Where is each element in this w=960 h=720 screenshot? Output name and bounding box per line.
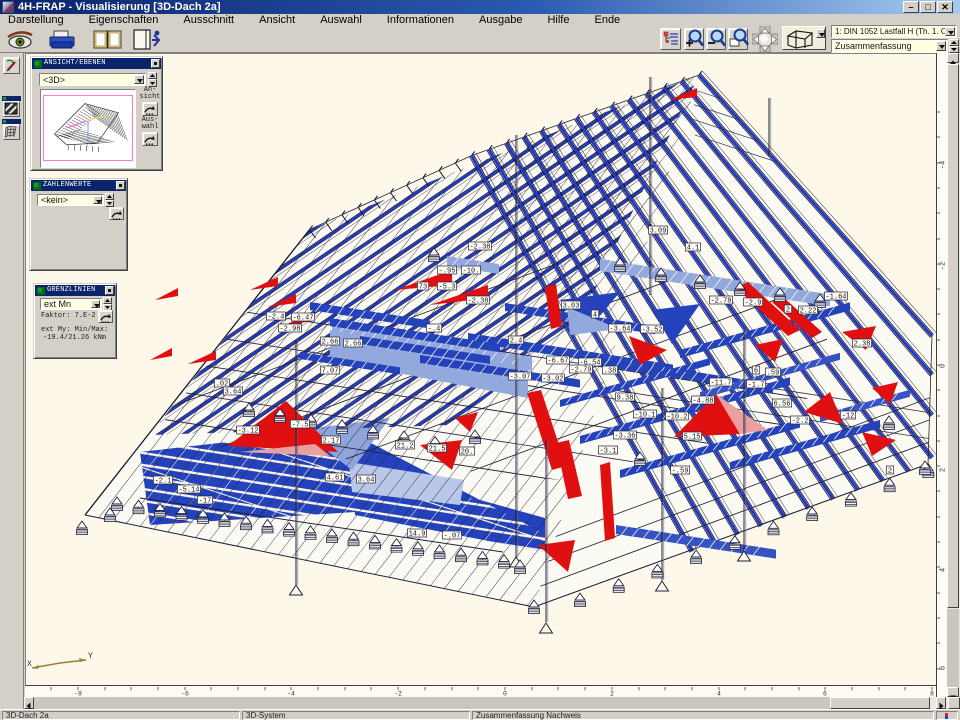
svg-text:.38: .38 xyxy=(604,368,617,376)
svg-text:3.64: 3.64 xyxy=(358,477,375,485)
svg-text:5.15: 5.15 xyxy=(684,434,701,442)
svg-text:20.: 20. xyxy=(461,449,474,457)
svg-text:-3.1: -3.1 xyxy=(600,448,617,456)
svg-text:-.07: -.07 xyxy=(444,533,461,541)
svg-text:2.66: 2.66 xyxy=(322,339,339,347)
svg-text:-12: -12 xyxy=(842,413,855,421)
svg-text:-1.7: -1.7 xyxy=(748,382,765,390)
svg-text:.59: .59 xyxy=(767,370,780,378)
svg-text:-3.02: -3.02 xyxy=(542,376,563,384)
svg-text:21.2: 21.2 xyxy=(397,443,414,451)
svg-text:-2.1: -2.1 xyxy=(155,478,172,486)
svg-text:-10.2: -10.2 xyxy=(666,414,687,422)
svg-text:-2.2: -2.2 xyxy=(792,418,809,426)
svg-text:9.38: 9.38 xyxy=(617,395,634,403)
svg-text:-3.36: -3.36 xyxy=(614,433,635,441)
svg-text:6.56: 6.56 xyxy=(774,401,791,409)
svg-text:-.59: -.59 xyxy=(672,468,689,476)
svg-text:-5.3: -5.3 xyxy=(439,284,456,292)
svg-text:X: X xyxy=(27,660,32,669)
svg-text:3.03: 3.03 xyxy=(563,303,580,311)
svg-text:-2.38: -2.38 xyxy=(467,298,488,306)
svg-text:-7.5: -7.5 xyxy=(292,422,309,430)
svg-text:4.1: 4.1 xyxy=(687,245,700,253)
svg-text:-.95: -.95 xyxy=(439,268,456,276)
svg-text:-2.9: -2.9 xyxy=(745,300,762,308)
svg-text:2.38: 2.38 xyxy=(854,341,871,349)
svg-text:-2.98: -2.98 xyxy=(279,326,300,334)
svg-text:-3.12: -3.12 xyxy=(237,428,258,436)
svg-text:21.5: 21.5 xyxy=(429,446,446,454)
svg-text:-2.4: -2.4 xyxy=(268,314,285,322)
svg-text:2: 2 xyxy=(786,307,790,315)
svg-text:-3.52: -3.52 xyxy=(641,327,662,335)
svg-text:-.4: -.4 xyxy=(428,326,441,334)
svg-text:-4.88: -4.88 xyxy=(692,398,713,406)
svg-text:3.09: 3.09 xyxy=(650,228,667,236)
svg-text:2.66: 2.66 xyxy=(345,341,362,349)
svg-text:2.4: 2.4 xyxy=(510,338,523,346)
svg-text:-3.07: -3.07 xyxy=(509,374,530,382)
svg-text:-6.67: -6.67 xyxy=(547,358,568,366)
svg-text:2.22: 2.22 xyxy=(800,308,817,316)
svg-text:-1.64: -1.64 xyxy=(825,294,846,302)
svg-text:2.17: 2.17 xyxy=(323,438,340,446)
svg-text:-11.7: -11.7 xyxy=(710,380,731,388)
svg-text:-2.78: -2.78 xyxy=(710,298,731,306)
svg-text:Y: Y xyxy=(88,652,93,661)
svg-text:-10.: -10. xyxy=(463,268,480,276)
svg-text:-2.79: -2.79 xyxy=(570,367,591,375)
svg-text:-6.47: -6.47 xyxy=(292,315,313,323)
svg-text:3.64: 3.64 xyxy=(225,389,242,397)
svg-text:Z: Z xyxy=(86,142,89,148)
svg-text:-5.14: -5.14 xyxy=(178,487,199,495)
svg-text:73: 73 xyxy=(419,284,427,292)
svg-text:7.07: 7.07 xyxy=(322,368,339,376)
svg-text:14.9: 14.9 xyxy=(409,531,426,539)
svg-text:-17: -17 xyxy=(199,498,212,506)
svg-text:6: 6 xyxy=(754,368,758,376)
svg-text:2: 2 xyxy=(888,468,892,476)
svg-text:-10.1: -10.1 xyxy=(634,412,655,420)
svg-text:-3.64: -3.64 xyxy=(609,326,630,334)
svg-text:4.61: 4.61 xyxy=(327,475,344,483)
svg-text:-2.38: -2.38 xyxy=(469,244,490,252)
svg-text:4: 4 xyxy=(593,312,597,320)
